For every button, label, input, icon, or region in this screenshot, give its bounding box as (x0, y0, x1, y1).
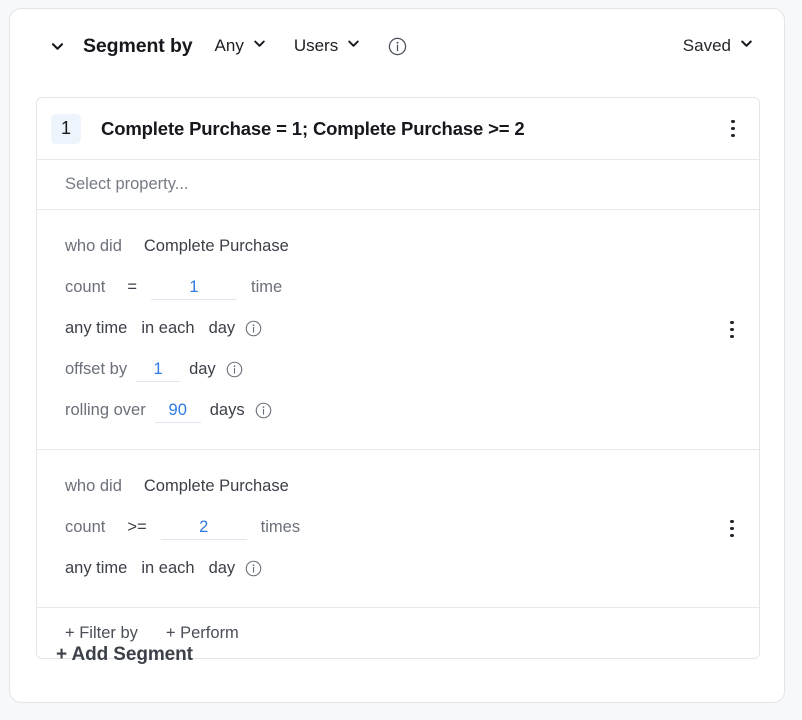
add-perform-button[interactable]: + Perform (166, 624, 239, 643)
add-filter-by-button[interactable]: + Filter by (65, 624, 138, 643)
kebab-dot (731, 133, 735, 138)
condition-menu-button[interactable] (720, 517, 744, 541)
rule-index-badge: 1 (51, 113, 81, 144)
chevron-down-icon (739, 36, 754, 56)
condition-timeframe-row: any time in each day (65, 308, 731, 349)
condition-timeframe-row: any time in each day (65, 548, 731, 589)
saved-dropdown[interactable]: Saved (683, 36, 754, 56)
kebab-dot (730, 334, 734, 339)
condition-event-row: who did Complete Purchase (65, 466, 731, 507)
rolling-unit[interactable]: days (210, 401, 245, 420)
bucket-unit[interactable]: day (209, 559, 236, 578)
rule-header: 1 Complete Purchase = 1; Complete Purcha… (37, 98, 759, 160)
info-circle-icon[interactable] (254, 401, 273, 420)
kebab-dot (730, 526, 734, 531)
info-circle-icon[interactable] (244, 559, 263, 578)
chevron-down-icon (252, 36, 267, 56)
info-circle-icon[interactable] (244, 319, 263, 338)
who-did-label: who did (65, 237, 122, 255)
count-unit-label: time (251, 278, 283, 296)
rolling-label: rolling over (65, 401, 146, 419)
condition-rolling-row: rolling over 90 days (65, 390, 731, 431)
timeframe-selector[interactable]: any time (65, 319, 127, 338)
info-circle-icon[interactable] (388, 37, 407, 56)
timeframe-selector[interactable]: any time (65, 559, 127, 578)
kebab-dot (730, 320, 734, 325)
kebab-dot (731, 126, 735, 131)
bucket-label[interactable]: in each (141, 559, 194, 578)
bucket-label[interactable]: in each (141, 319, 194, 338)
entity-type-dropdown[interactable]: Users (294, 36, 361, 56)
page-title: Segment by (83, 34, 193, 57)
count-label: count (65, 518, 106, 536)
offset-label: offset by (65, 360, 128, 378)
count-operator[interactable]: = (127, 278, 137, 297)
condition-event-row: who did Complete Purchase (65, 226, 731, 267)
count-value-input[interactable]: 2 (160, 515, 247, 540)
segment-card: Segment by Any Users Saved 1 Complete Pu… (9, 8, 785, 703)
kebab-dot (731, 119, 735, 124)
rule-menu-button[interactable] (721, 117, 745, 141)
match-type-value: Any (214, 36, 244, 55)
offset-value-input[interactable]: 1 (136, 357, 181, 382)
rule-title: Complete Purchase = 1; Complete Purchase… (101, 117, 525, 139)
condition-count-row: count >= 2 times (65, 507, 731, 548)
offset-unit[interactable]: day (189, 360, 216, 379)
info-circle-icon[interactable] (225, 360, 244, 379)
select-property-placeholder: Select property... (65, 175, 189, 193)
condition-offset-row: offset by 1 day (65, 349, 731, 390)
segment-rule-card: 1 Complete Purchase = 1; Complete Purcha… (36, 97, 760, 659)
count-value-input[interactable]: 1 (151, 275, 238, 300)
count-unit-label: times (260, 518, 301, 536)
count-label: count (65, 278, 106, 296)
kebab-dot (730, 533, 734, 538)
who-did-label: who did (65, 477, 122, 495)
entity-type-value: Users (293, 36, 339, 55)
segment-toolbar: Segment by Any Users Saved (10, 9, 784, 83)
condition-menu-button[interactable] (720, 318, 744, 342)
match-type-dropdown[interactable]: Any (215, 36, 267, 56)
event-name[interactable]: Complete Purchase (144, 477, 289, 496)
kebab-dot (730, 327, 734, 332)
chevron-down-icon[interactable] (46, 35, 68, 57)
count-operator[interactable]: >= (127, 518, 146, 537)
kebab-dot (730, 519, 734, 524)
add-segment-button[interactable]: + Add Segment (56, 644, 193, 666)
condition-count-row: count = 1 time (65, 267, 731, 308)
saved-value: Saved (682, 36, 731, 55)
select-property-row[interactable]: Select property... (37, 160, 759, 210)
bucket-unit[interactable]: day (209, 319, 236, 338)
condition-block: who did Complete Purchase count = 1 time… (37, 210, 759, 450)
chevron-down-icon (346, 36, 361, 56)
rolling-value-input[interactable]: 90 (154, 398, 201, 423)
event-name[interactable]: Complete Purchase (144, 237, 289, 256)
condition-block: who did Complete Purchase count >= 2 tim… (37, 450, 759, 608)
